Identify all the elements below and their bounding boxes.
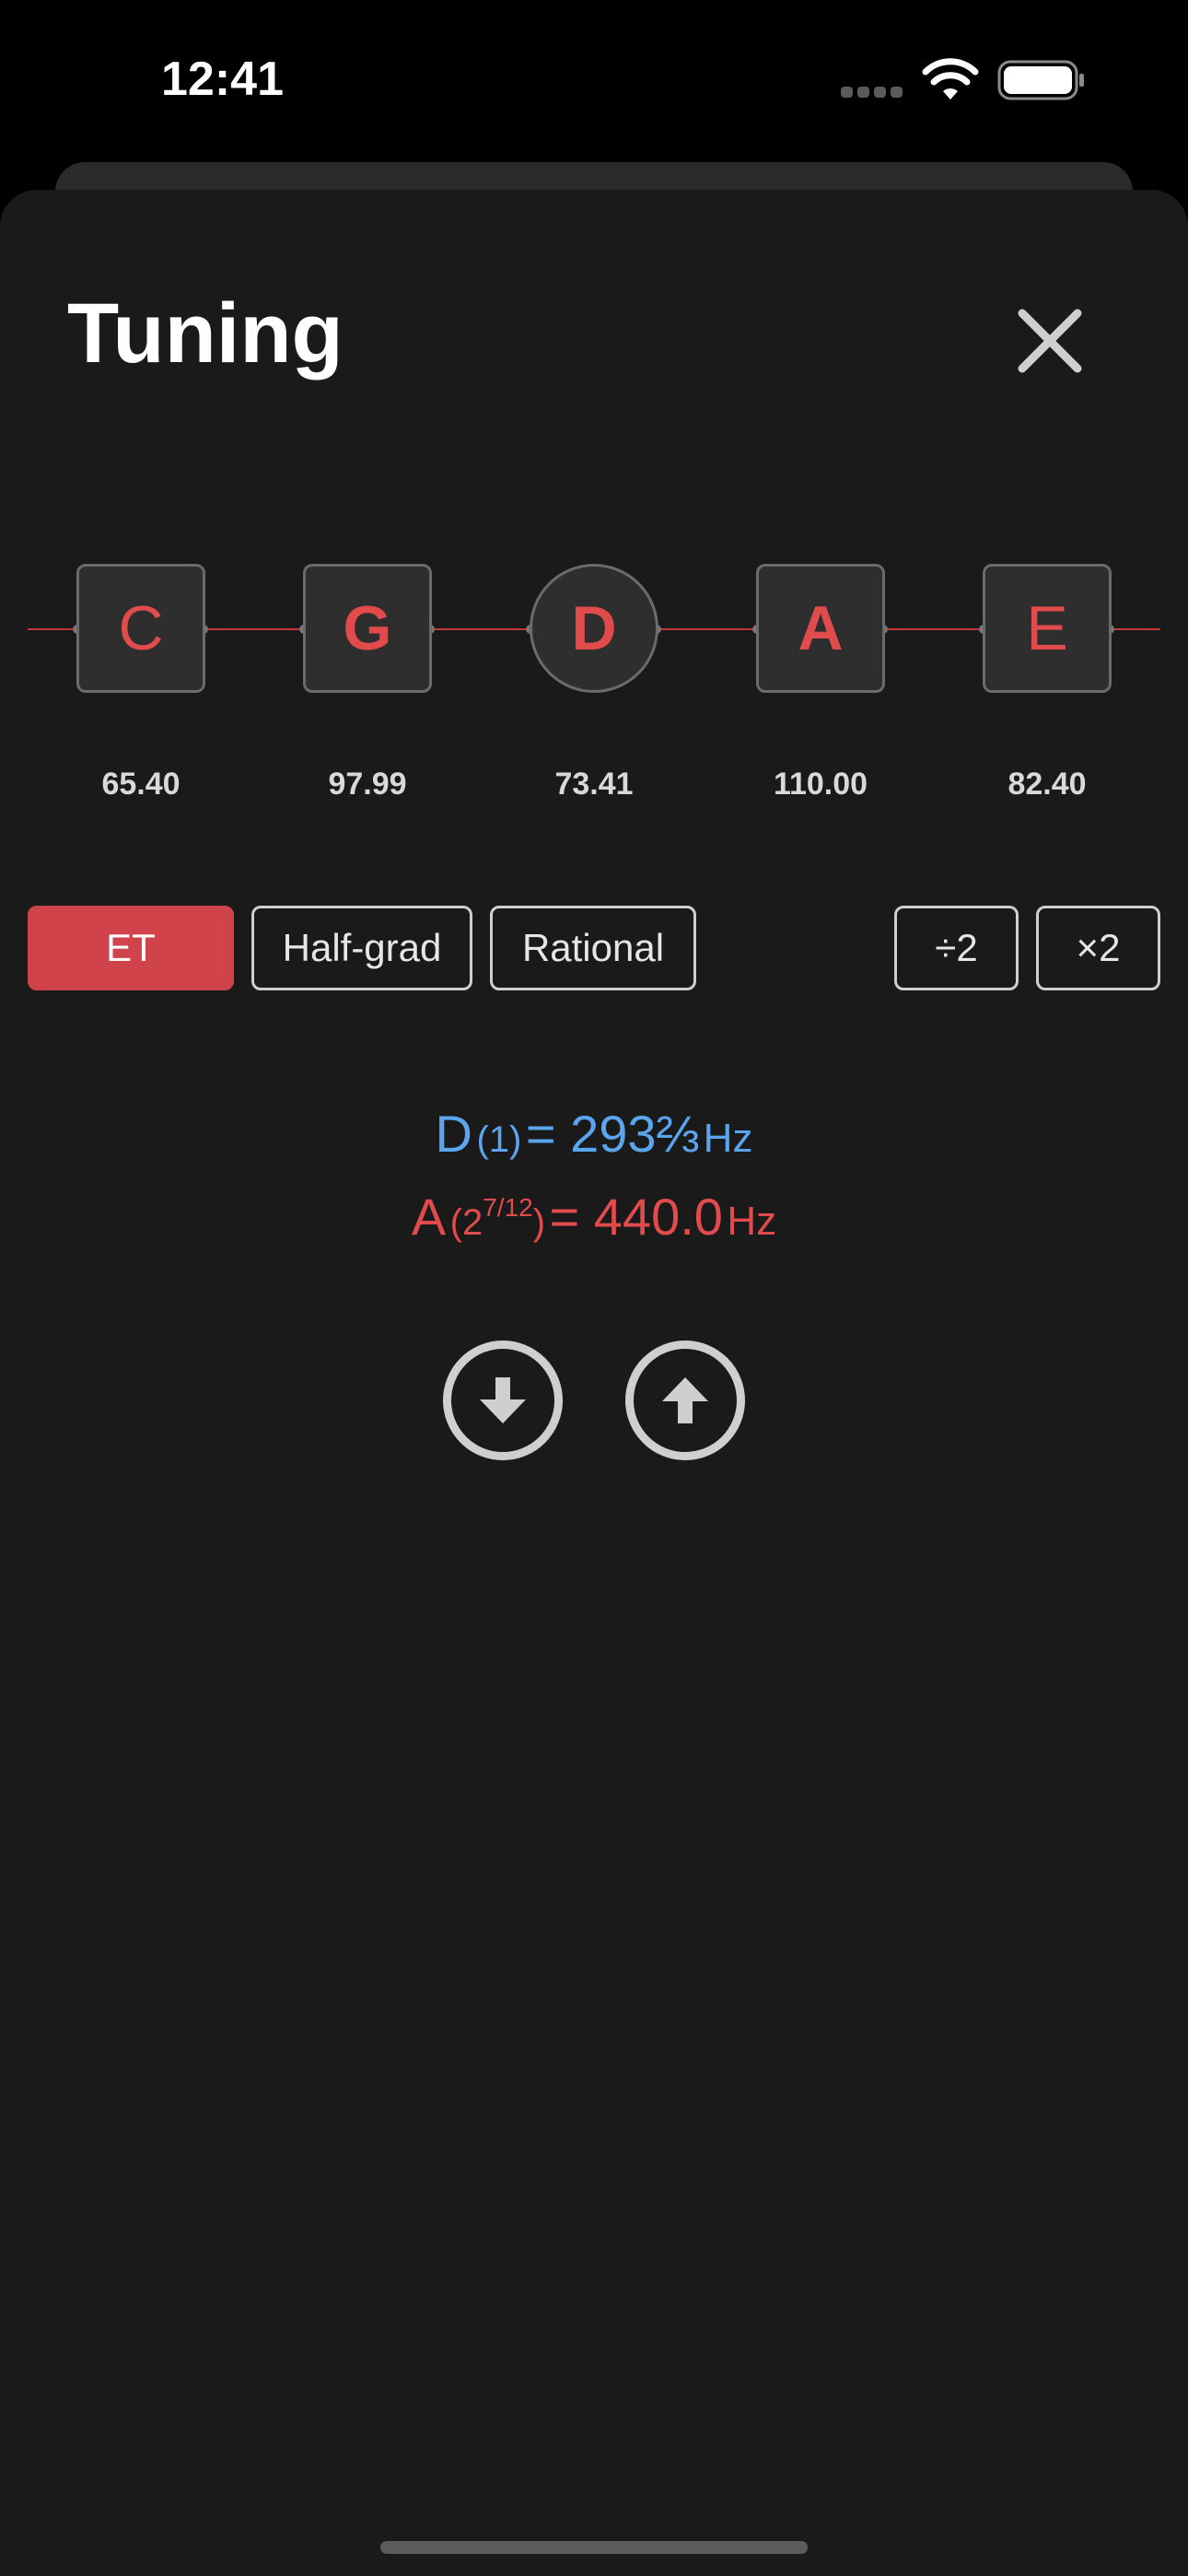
battery-icon bbox=[997, 60, 1084, 100]
readout-ratio-exponent: 7/12 bbox=[483, 1193, 533, 1222]
close-icon bbox=[1018, 309, 1082, 373]
note-key-label: C bbox=[118, 593, 164, 663]
readout-note: A bbox=[411, 1188, 447, 1246]
home-indicator[interactable] bbox=[380, 2541, 808, 2554]
octave-multiply-button[interactable]: ×2 bbox=[1036, 906, 1160, 990]
frequency-label-d: 73.41 bbox=[554, 767, 634, 802]
mode-half-grad-button[interactable]: Half-grad bbox=[251, 906, 472, 990]
frequency-label-g: 97.99 bbox=[328, 767, 407, 802]
readout-value: = 293⅔ bbox=[525, 1105, 700, 1163]
wifi-icon bbox=[922, 58, 979, 100]
tune-up-button[interactable] bbox=[625, 1341, 745, 1460]
status-time: 12:41 bbox=[161, 53, 284, 106]
note-key-label: E bbox=[1026, 593, 1068, 663]
cellular-signal-icon bbox=[841, 87, 905, 100]
readout-ratio-base: 2 bbox=[461, 1202, 483, 1243]
note-key-g[interactable]: G bbox=[303, 564, 432, 693]
note-key-e[interactable]: E bbox=[983, 564, 1112, 693]
arrow-down-circle-icon bbox=[480, 1377, 526, 1423]
frequency-label-a: 110.00 bbox=[773, 767, 868, 802]
frequency-label-c: 65.40 bbox=[101, 767, 181, 802]
readout-ratio: (27/12) bbox=[449, 1193, 546, 1243]
reference-frequency-readout: D (1) = 293⅔ Hz bbox=[0, 1104, 1188, 1164]
page-title: Tuning bbox=[67, 287, 344, 381]
mode-et-button[interactable]: ET bbox=[28, 906, 234, 990]
status-bar: 12:41 bbox=[0, 0, 1188, 162]
note-key-c[interactable]: C bbox=[76, 564, 205, 693]
readout-ratio-value: 1 bbox=[488, 1119, 510, 1160]
octave-divide-button[interactable]: ÷2 bbox=[894, 906, 1019, 990]
tune-down-button[interactable] bbox=[443, 1341, 563, 1460]
note-key-a[interactable]: A bbox=[756, 564, 885, 693]
string-row: C G D A E bbox=[0, 553, 1188, 705]
readout-unit: Hz bbox=[727, 1199, 777, 1244]
close-button[interactable] bbox=[1013, 304, 1087, 378]
note-key-label: A bbox=[798, 593, 844, 663]
readout-unit: Hz bbox=[703, 1116, 753, 1161]
readout-value: = 440.0 bbox=[549, 1188, 723, 1246]
frequency-label-e: 82.40 bbox=[1007, 767, 1087, 802]
note-key-d[interactable]: D bbox=[530, 564, 658, 693]
arrow-up-circle-icon bbox=[662, 1377, 708, 1423]
readout-ratio: (1) bbox=[476, 1119, 522, 1160]
tuning-sheet bbox=[0, 190, 1188, 2576]
selected-frequency-readout: A (27/12) = 440.0 Hz bbox=[0, 1187, 1188, 1247]
mode-rational-button[interactable]: Rational bbox=[490, 906, 696, 990]
note-key-label: D bbox=[571, 593, 617, 663]
readout-note: D bbox=[435, 1105, 472, 1163]
note-key-label: G bbox=[343, 593, 392, 663]
